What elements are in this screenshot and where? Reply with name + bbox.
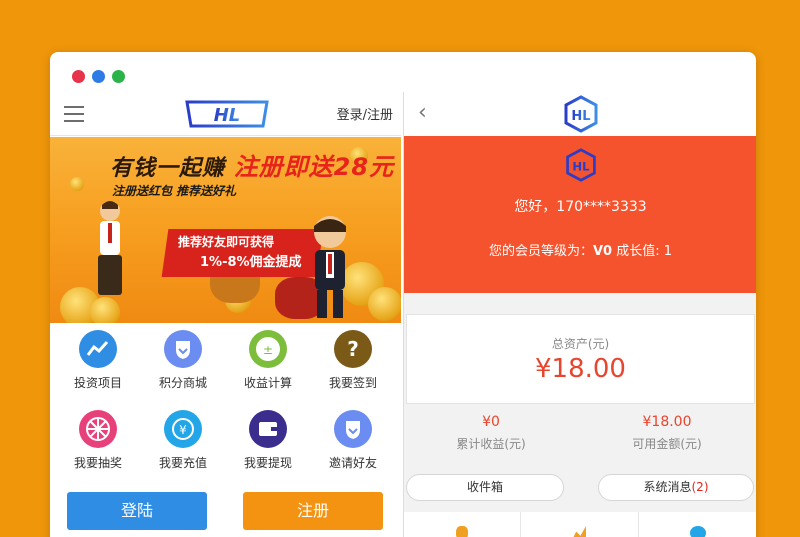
globe-icon [690,526,706,537]
level-value: V0 [592,244,613,259]
level-prefix: 您的会员等级为： [488,244,593,259]
feature-label: 我要充值 [158,456,207,470]
profile-panel: HL 您好，170****3333 您的会员等级为：V0 成长值: 1 [404,136,756,293]
chart-line-icon [79,330,117,368]
money-bag-icon [456,526,468,537]
feature-label: 积分商城 [158,376,207,390]
wallet-icon [249,410,287,448]
banner-headline: 有钱一起赚 注册即送28元 [110,147,394,182]
close-window-icon[interactable] [72,70,85,83]
quick-actions-row [404,512,756,537]
register-button[interactable]: 注册 [243,492,383,530]
maximize-window-icon[interactable] [112,70,125,83]
promo-banner[interactable]: 有钱一起赚 注册即送28元 注册送红包 推荐送好礼 推荐好友即可获得 1%-8%… [50,137,401,323]
svg-text:?: ? [347,337,359,361]
coin-icon [368,287,401,321]
shield-badge-icon [334,410,372,448]
yen-coin-icon: ¥ [164,410,202,448]
hl-logo: HL [185,100,269,128]
feature-item-invest[interactable]: 投资项目 [55,330,141,391]
feature-label: 我要提现 [243,456,292,470]
svg-text:HL: HL [572,159,590,173]
banner-promo-line1: 推荐好友即可获得 [178,235,275,249]
feature-item-withdraw[interactable]: 我要提现 [225,410,311,471]
quick-action-item[interactable] [404,512,521,537]
chevron-left-icon[interactable]: ‹ [418,100,427,125]
feature-grid: 投资项目 积分商城 ± 收益计算 ? 我要签到 我要抽奖 ¥ 我要充值 我要提现… [50,330,401,500]
login-register-link[interactable]: 登录/注册 [337,104,393,123]
system-messages-tab[interactable]: 系统消息(2) [598,474,754,501]
growth-label: 成长值: [616,244,660,259]
inbox-tab[interactable]: 收件箱 [406,474,564,501]
stat-label: 累计收益(元) [456,437,526,451]
quick-action-item[interactable] [522,512,639,537]
svg-text:HL: HL [214,105,241,126]
feature-label: 投资项目 [73,376,122,390]
stat-available-balance: ¥18.00 可用金额(元) [582,414,752,452]
banner-headline-part1: 有钱一起赚 [110,156,226,181]
home-header: HL 登录/注册 [50,92,401,136]
feature-label: 我要抽奖 [73,456,122,470]
total-assets-value: ¥18.00 [535,354,626,384]
stat-value: ¥0 [482,414,500,430]
feature-label: 我要签到 [328,376,377,390]
banner-headline-part2: 注册即送28元 [233,153,395,181]
total-assets-label: 总资产(元) [551,337,610,351]
banner-promo-line2: 1%-8%佣金提成 [200,255,302,270]
svg-text:HL: HL [571,109,590,124]
login-button[interactable]: 登陆 [67,492,207,530]
feature-label: 邀请好友 [328,456,377,470]
growth-value: 1 [663,244,673,259]
feature-label: 收益计算 [243,376,292,390]
svg-text:±: ± [263,343,273,357]
hl-hex-logo: HL [566,148,596,182]
businessman-illustration [314,216,346,318]
coin-icon [70,177,84,191]
account-screen: ‹ HL HL 您好，170****3333 您的会员等级为：V0 成长值: 1… [403,92,756,537]
feature-item-points-mall[interactable]: 积分商城 [140,330,226,391]
quick-action-item[interactable] [640,512,756,537]
businessman-illustration [98,201,122,295]
feature-item-checkin[interactable]: ? 我要签到 [310,330,396,391]
account-header: ‹ HL [404,92,756,136]
stat-value: ¥18.00 [642,414,692,430]
feature-item-recharge[interactable]: ¥ 我要充值 [140,410,226,471]
minimize-window-icon[interactable] [92,70,105,83]
feature-item-lottery[interactable]: 我要抽奖 [55,410,141,471]
member-level: 您的会员等级为：V0 成长值: 1 [404,240,756,259]
feature-item-invite[interactable]: 邀请好友 [310,410,396,471]
system-messages-label: 系统消息 [643,480,692,494]
system-messages-count: (2) [691,480,709,494]
svg-text:¥: ¥ [179,423,187,437]
window-titlebar [50,52,756,92]
total-assets-card: 总资产(元) ¥18.00 [406,314,755,404]
question-icon: ? [334,330,372,368]
hl-hex-logo: HL [564,95,598,133]
home-screen: HL 登录/注册 有钱一起赚 注册即送28元 注册送红包 推荐送好礼 推荐好友即… [50,92,401,537]
shield-badge-icon [164,330,202,368]
feature-item-calculator[interactable]: ± 收益计算 [225,330,311,391]
stat-cumulative-income: ¥0 累计收益(元) [406,414,576,452]
browser-window: HL 登录/注册 有钱一起赚 注册即送28元 注册送红包 推荐送好礼 推荐好友即… [50,52,756,537]
calculator-icon: ± [249,330,287,368]
chart-icon [572,526,586,537]
stat-label: 可用金额(元) [632,437,702,451]
prize-wheel-icon [79,410,117,448]
hamburger-icon[interactable] [64,106,84,122]
greeting-text: 您好，170****3333 [514,199,647,215]
